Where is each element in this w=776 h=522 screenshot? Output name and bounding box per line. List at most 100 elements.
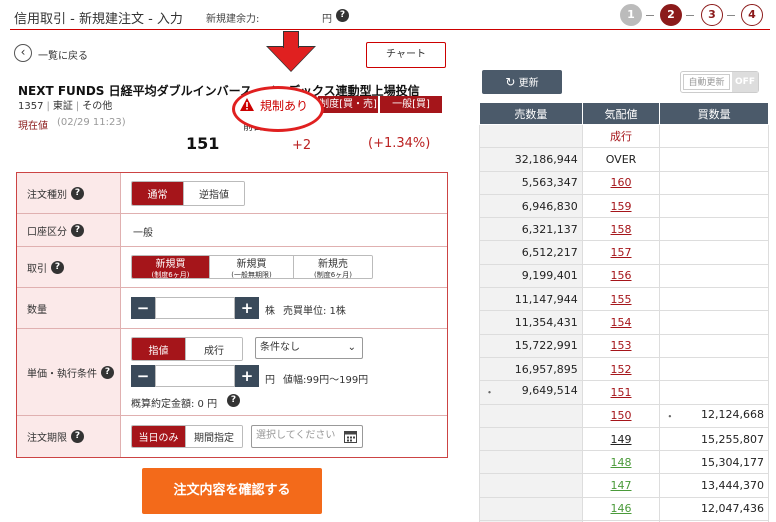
help-icon[interactable]: ? — [227, 394, 240, 407]
auto-refresh-label: 自動更新 — [683, 74, 730, 90]
tag-general-margin: 一般[買] — [380, 96, 442, 113]
calendar-icon — [344, 431, 357, 443]
price-change: +2 — [292, 138, 312, 153]
available-margin-yen: 円 — [322, 14, 332, 25]
refresh-icon: ↻ — [505, 75, 516, 89]
back-chevron-icon[interactable]: ‹ — [14, 44, 32, 62]
help-icon[interactable]: ? — [336, 9, 349, 22]
order-type-label: 注文種別? — [17, 173, 121, 213]
price-minus-button[interactable]: − — [131, 365, 155, 387]
help-icon[interactable]: ? — [101, 365, 114, 379]
period-label: 注文期限? — [17, 416, 121, 457]
quote-price[interactable]: 157 — [581, 240, 661, 265]
trade-label: 取引? — [17, 247, 121, 287]
current-price-label: 現在値 — [18, 121, 48, 132]
quantity-plus-button[interactable]: + — [235, 297, 259, 319]
quantity-input[interactable] — [155, 297, 235, 319]
buy-quantity: 15,255,807 — [659, 426, 769, 452]
order-book-row: 146 12,047,436 — [479, 496, 769, 522]
buy-quantity — [659, 217, 769, 242]
quote-price[interactable]: 146 — [581, 496, 661, 522]
period-date-input[interactable]: 選択してください — [251, 425, 363, 448]
quote-price[interactable]: 成行 — [581, 123, 661, 149]
quote-price[interactable]: 153 — [581, 333, 661, 358]
trade-toggle: 新規買 (制度6ヶ月) 新規買 (一般無期限) 新規売 (制度6ヶ月) — [131, 255, 373, 279]
order-book-row: 11,147,944 155 — [479, 287, 769, 312]
period-specify[interactable]: 期間指定 — [186, 426, 242, 447]
quote-price[interactable]: 158 — [581, 217, 661, 242]
quote-price[interactable]: 155 — [581, 287, 661, 312]
order-book-header: 売数量 気配値 買数量 — [479, 102, 769, 125]
quote-price[interactable]: 159 — [581, 193, 661, 219]
current-price-time: (02/29 11:23) — [57, 117, 126, 128]
fund-market: 東証 — [52, 101, 73, 112]
quantity-minus-button[interactable]: − — [131, 297, 155, 319]
order-book-row: 149 15,255,807 — [479, 426, 769, 452]
price-condition-label: 単価・執行条件? — [17, 329, 121, 415]
quote-price[interactable]: 154 — [581, 310, 661, 335]
sell-quantity: 6,946,830 — [479, 193, 583, 219]
fund-code: 1357 — [18, 101, 44, 112]
order-type-stop[interactable]: 逆指値 — [184, 182, 244, 205]
price-input[interactable] — [155, 365, 235, 387]
estimated-amount: 概算約定金額: 0 円 — [131, 399, 218, 410]
help-icon[interactable]: ? — [51, 260, 64, 274]
quote-price[interactable]: 150 — [581, 403, 661, 428]
order-book-row: 148 15,304,177 — [479, 450, 769, 475]
buy-quantity — [659, 287, 769, 312]
fund-meta: 1357 | 東証 | その他 — [18, 101, 113, 112]
tag-system-margin: 制度[買・売] — [318, 96, 378, 113]
chart-button[interactable]: チャート — [366, 42, 446, 68]
help-icon[interactable]: ? — [71, 186, 84, 200]
trade-new-buy-system[interactable]: 新規買 (制度6ヶ月) — [132, 256, 210, 278]
period-today[interactable]: 当日のみ — [132, 426, 186, 447]
trade-new-buy-general[interactable]: 新規買 (一般無期限) — [210, 256, 294, 278]
sell-quantity: ・ 9,649,514 — [479, 380, 583, 405]
order-book-row: 15,722,991 153 — [479, 333, 769, 358]
buy-quantity — [659, 263, 769, 289]
help-icon[interactable]: ? — [71, 430, 84, 443]
quote-price[interactable]: 148 — [581, 450, 661, 475]
back-to-list-link[interactable]: 一覧に戻る — [38, 47, 88, 62]
price-type-limit[interactable]: 指値 — [132, 338, 186, 360]
price-condition-row: 単価・執行条件? 指値 成行 条件なし ⌄ − + 円 値幅:99円～199円 概… — [17, 329, 447, 416]
quote-price[interactable]: 149 — [581, 426, 661, 452]
order-form: 注文種別? 通常 逆指値 口座区分? 一般 取引? 新規買 (制度6ヶ月) 新規買… — [16, 172, 448, 458]
sell-quantity — [479, 473, 583, 498]
trade-new-sell-system[interactable]: 新規売 (制度6ヶ月) — [294, 256, 372, 278]
order-book-table: 売数量 気配値 買数量 成行 32,186,944 OVER 5,563,347 160… — [479, 102, 769, 522]
trade-row: 取引? 新規買 (制度6ヶ月) 新規買 (一般無期限) 新規売 (制度6ヶ月) — [17, 247, 447, 288]
order-type-toggle: 通常 逆指値 — [131, 181, 245, 206]
buy-quantity: ・ 12,124,668 — [659, 403, 769, 428]
confirm-order-button[interactable]: 注文内容を確認する — [142, 468, 322, 514]
step-3: 3 — [701, 4, 723, 26]
execution-condition-select[interactable]: 条件なし ⌄ — [255, 337, 363, 359]
header-divider — [10, 29, 770, 30]
price-change-percent: (+1.34%) — [368, 136, 431, 151]
account-row: 口座区分? 一般 — [17, 214, 447, 247]
auto-refresh-toggle[interactable]: 自動更新 OFF — [680, 71, 759, 93]
current-price: 151 — [186, 134, 220, 153]
quote-price[interactable]: 147 — [581, 473, 661, 498]
page-title: 信用取引 - 新規建注文 - 入力 — [14, 12, 183, 27]
regulation-notice[interactable]: 規制あり — [260, 97, 308, 114]
price-type-market[interactable]: 成行 — [186, 338, 242, 360]
buy-quantity — [659, 240, 769, 265]
sell-quantity: 15,722,991 — [479, 333, 583, 358]
order-type-normal[interactable]: 通常 — [132, 182, 184, 205]
quote-price[interactable]: 151 — [581, 380, 661, 405]
buy-quantity — [659, 193, 769, 219]
sell-quantity: 9,199,401 — [479, 263, 583, 289]
sell-quantity — [479, 426, 583, 452]
step-2: 2 — [660, 4, 682, 26]
quantity-row: 数量 − + 株 売買単位: 1株 — [17, 288, 447, 329]
step-1: 1 — [620, 4, 642, 26]
help-icon[interactable]: ? — [71, 223, 84, 237]
quote-price[interactable]: 160 — [581, 170, 661, 195]
step-connector — [646, 15, 654, 16]
quantity-unit: 株 — [265, 306, 275, 317]
quote-price[interactable]: 156 — [581, 263, 661, 289]
price-plus-button[interactable]: + — [235, 365, 259, 387]
quote-price[interactable]: 152 — [581, 356, 661, 382]
refresh-button[interactable]: ↻ 更新 — [482, 70, 562, 94]
